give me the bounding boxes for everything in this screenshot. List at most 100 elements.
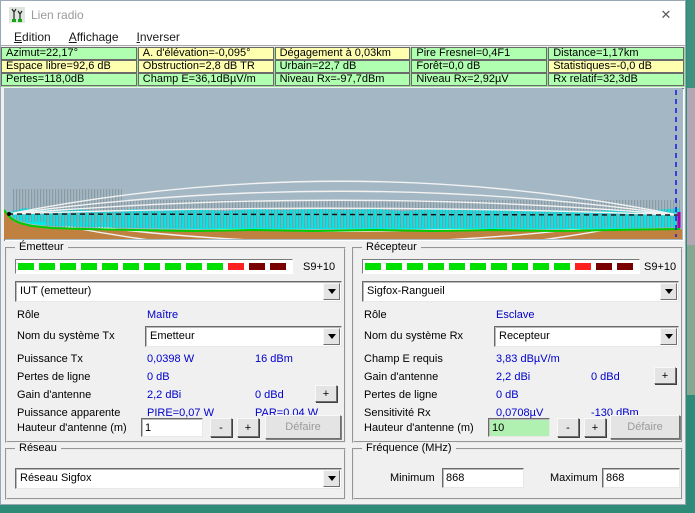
receiver-group: Récepteur S9+10 Sigfox-Rangueil Rôle Esc…: [352, 241, 683, 443]
meter-segment: [249, 263, 265, 270]
rx-antenna-gain-dbi: 2,2 dBi: [496, 371, 531, 383]
rx-antenna-detail-button[interactable]: +: [654, 367, 676, 384]
receiver-system-label: Nom du système Rx: [364, 330, 464, 342]
tx-antenna-detail-button[interactable]: +: [315, 385, 337, 402]
rx-antenna-gain-label: Gain d'antenne: [364, 371, 439, 383]
receiver-system-combobox[interactable]: Recepteur: [494, 326, 679, 347]
meter-segment: [449, 263, 465, 270]
title-bar: Lien radio ✕: [1, 1, 685, 29]
meter-segment: [81, 263, 97, 270]
rx-undo-button[interactable]: Défaire: [610, 415, 680, 439]
frequency-max-label: Maximum: [550, 472, 598, 484]
meter-segment: [470, 263, 486, 270]
status-row: Espace libre=92,6 dB Obstruction=2,8 dB …: [1, 60, 685, 73]
network-combobox[interactable]: Réseau Sigfox: [15, 468, 342, 489]
frequency-group: Fréquence (MHz) Minimum Maximum: [352, 442, 683, 500]
meter-segment: [207, 263, 223, 270]
status-distance: Distance=1,17km: [548, 47, 684, 60]
status-row: Azimut=22,17° A. d'élévation=-0,095° Dég…: [1, 47, 685, 60]
receiver-role-value: Esclave: [496, 309, 535, 321]
receiver-role-label: Rôle: [364, 309, 387, 321]
meter-segment: [123, 263, 139, 270]
receiver-station-combobox[interactable]: Sigfox-Rangueil: [362, 281, 679, 302]
emitter-role-label: Rôle: [17, 309, 40, 321]
frequency-max-input[interactable]: [602, 468, 680, 488]
link-status-grid: Azimut=22,17° A. d'élévation=-0,095° Dég…: [1, 47, 685, 87]
frequency-min-input[interactable]: [442, 468, 524, 488]
meter-segment: [512, 263, 528, 270]
status-niveau-rx-dbm: Niveau Rx=-97,7dBm: [274, 73, 411, 86]
window-title: Lien radio: [31, 8, 84, 22]
emitter-system-combobox[interactable]: Emetteur: [145, 326, 342, 347]
rx-antenna-height-label: Hauteur d'antenne (m): [364, 422, 474, 434]
tx-line-loss-label: Pertes de ligne: [17, 371, 91, 383]
meter-segment: [144, 263, 160, 270]
radio-link-window: Lien radio ✕ Edition Affichage Inverser …: [0, 0, 686, 505]
meter-segment: [617, 263, 633, 270]
meter-segment: [228, 263, 244, 270]
meter-segment: [18, 263, 34, 270]
meter-segment: [554, 263, 570, 270]
meter-segment: [407, 263, 423, 270]
meter-segment: [428, 263, 444, 270]
status-pire-fresnel: Pire Fresnel=0,4F1: [411, 47, 548, 60]
emitter-role-value: Maître: [147, 309, 179, 321]
menu-bar: Edition Affichage Inverser: [1, 29, 685, 46]
receiver-group-title: Récepteur: [362, 241, 421, 253]
background-map-sliver: [687, 0, 695, 88]
rx-line-loss-label: Pertes de ligne: [364, 389, 438, 401]
emitter-s-meter-label: S9+10: [303, 261, 336, 273]
tx-antenna-height-input[interactable]: [141, 418, 203, 437]
menu-edition[interactable]: Edition: [5, 29, 60, 45]
tx-height-minus-button[interactable]: -: [210, 418, 232, 437]
dropdown-arrow-icon[interactable]: [323, 283, 340, 300]
tx-line-loss-value: 0 dB: [147, 371, 170, 383]
dropdown-arrow-icon[interactable]: [660, 283, 677, 300]
tx-undo-button[interactable]: Défaire: [265, 415, 341, 439]
meter-segment: [60, 263, 76, 270]
status-elevation: A. d'élévation=-0,095°: [137, 47, 274, 60]
meter-segment: [386, 263, 402, 270]
status-pertes: Pertes=118,0dB: [1, 73, 137, 86]
status-rx-relatif: Rx relatif=32,3dB: [548, 73, 684, 86]
tx-point: [7, 212, 11, 216]
emitter-signal-meter: [15, 259, 293, 274]
rx-sensitivity-label: Sensitivité Rx: [364, 407, 431, 419]
tx-power-label: Puissance Tx: [17, 353, 83, 365]
meter-segment: [491, 263, 507, 270]
tx-height-plus-button[interactable]: +: [237, 418, 259, 437]
rx-required-field-label: Champ E requis: [364, 353, 443, 365]
network-group: Réseau Réseau Sigfox: [5, 442, 346, 500]
emitter-group: Émetteur S9+10 IUT (emetteur) Rôle Maîtr…: [5, 241, 346, 443]
emitter-system-label: Nom du système Tx: [17, 330, 115, 342]
tx-antenna-gain-dbi: 2,2 dBi: [147, 389, 182, 401]
receiver-system-value: Recepteur: [499, 330, 550, 342]
close-button[interactable]: ✕: [653, 5, 679, 25]
emitter-group-title: Émetteur: [15, 241, 68, 253]
meter-segment: [186, 263, 202, 270]
meter-segment: [596, 263, 612, 270]
dropdown-arrow-icon[interactable]: [660, 328, 677, 345]
meter-segment: [533, 263, 549, 270]
status-degagement: Dégagement à 0,03km: [274, 47, 411, 60]
status-statistiques: Statistiques=-0,0 dB: [548, 60, 684, 73]
rx-height-minus-button[interactable]: -: [557, 418, 579, 437]
status-row: Pertes=118,0dB Champ E=36,1dBµV/m Niveau…: [1, 73, 685, 86]
dropdown-arrow-icon[interactable]: [323, 470, 340, 487]
network-value: Réseau Sigfox: [20, 472, 92, 484]
status-urbain: Urbain=22,7 dB: [274, 60, 411, 73]
meter-segment: [102, 263, 118, 270]
rx-antenna-height-input[interactable]: [488, 418, 550, 437]
dropdown-arrow-icon[interactable]: [323, 328, 340, 345]
receiver-station-value: Sigfox-Rangueil: [367, 285, 445, 297]
emitter-station-combobox[interactable]: IUT (emetteur): [15, 281, 342, 302]
radio-path-profile-chart[interactable]: [4, 88, 684, 241]
meter-segment: [575, 263, 591, 270]
frequency-min-label: Minimum: [390, 472, 435, 484]
tx-antenna-gain-label: Gain d'antenne: [17, 389, 92, 401]
menu-affichage[interactable]: Affichage: [60, 29, 128, 45]
rx-height-plus-button[interactable]: +: [584, 418, 606, 437]
menu-inverser[interactable]: Inverser: [128, 29, 189, 45]
meter-segment: [165, 263, 181, 270]
receiver-signal-meter: [362, 259, 640, 274]
